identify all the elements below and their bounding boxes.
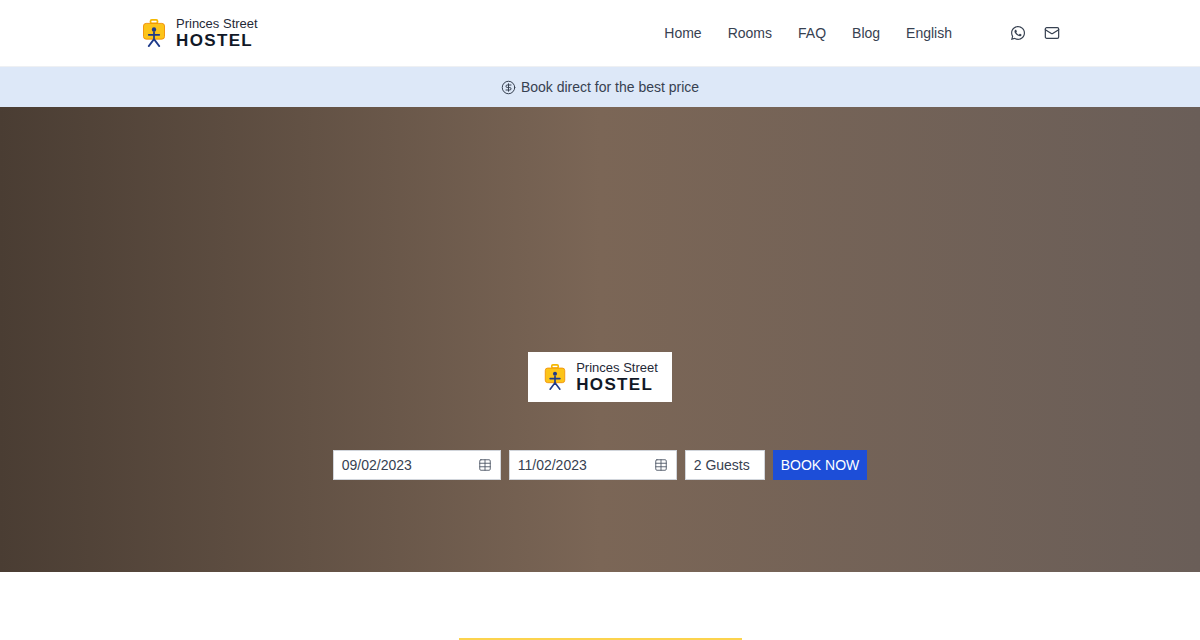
- section-divider: [459, 638, 742, 640]
- mail-icon[interactable]: [1044, 25, 1060, 41]
- page: Princes Street HOSTEL Home Rooms FAQ Blog Engl…: [0, 0, 1200, 640]
- nav-item[interactable]: FAQ: [798, 23, 826, 44]
- header: Princes Street HOSTEL Home Rooms FAQ Blog Engl…: [0, 0, 1200, 67]
- book-now-button[interactable]: BOOK NOW: [773, 450, 868, 480]
- header-logo[interactable]: Princes Street HOSTEL: [140, 17, 258, 49]
- booking-form: 09/02/2023 11/02/2023 2 Guests BOOK NOW: [333, 450, 868, 480]
- promo-banner: Book direct for the best price: [0, 67, 1200, 107]
- calendar-icon: [478, 458, 492, 472]
- nav-item[interactable]: Blog: [852, 23, 880, 44]
- logo-name: Princes Street: [176, 17, 258, 30]
- suitcase-logo-icon: [140, 19, 168, 47]
- whatsapp-icon[interactable]: [1010, 25, 1026, 41]
- logo-word: HOSTEL: [576, 376, 658, 393]
- date-value: 11/02/2023: [518, 455, 587, 476]
- hero-logo-card: Princes Street HOSTEL: [528, 352, 672, 402]
- dollar-icon: [501, 80, 516, 95]
- nav-item[interactable]: Home: [664, 23, 701, 44]
- suitcase-logo-icon: [542, 364, 568, 390]
- main-nav: Home Rooms FAQ Blog English: [664, 23, 1060, 44]
- nav-item[interactable]: English: [906, 23, 952, 44]
- check-in-field[interactable]: 09/02/2023: [333, 450, 501, 480]
- guests-field[interactable]: 2 Guests: [685, 450, 765, 480]
- guests-value: 2 Guests: [694, 455, 750, 476]
- logo-name: Princes Street: [576, 361, 658, 374]
- date-value: 09/02/2023: [342, 455, 412, 476]
- hero-logo[interactable]: Princes Street HOSTEL: [542, 361, 658, 393]
- hero: Princes Street HOSTEL 09/02/2023 11/02/2023…: [0, 107, 1200, 572]
- promo-text: Book direct for the best price: [521, 77, 699, 98]
- nav-item[interactable]: Rooms: [728, 23, 772, 44]
- calendar-icon: [654, 458, 668, 472]
- content-section: [0, 572, 1200, 640]
- logo-word: HOSTEL: [176, 32, 258, 49]
- check-out-field[interactable]: 11/02/2023: [509, 450, 677, 480]
